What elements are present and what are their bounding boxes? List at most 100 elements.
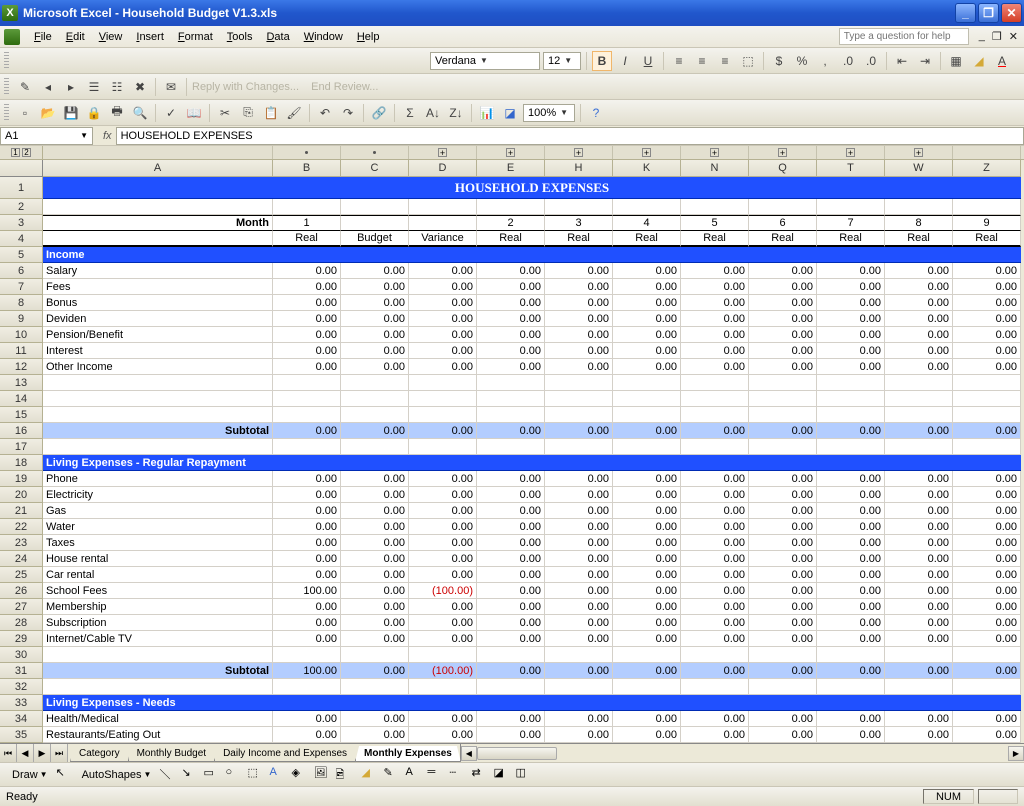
data-cell[interactable]: 0.00	[885, 727, 953, 743]
data-cell[interactable]: 0.00	[817, 583, 885, 599]
row-header-3[interactable]: 3	[0, 215, 43, 231]
currency-button[interactable]: $	[769, 51, 789, 71]
data-cell[interactable]: 0.00	[545, 487, 613, 503]
outline-expand-button[interactable]: +	[749, 146, 817, 159]
print-button[interactable]: 🖶	[107, 103, 127, 123]
data-cell[interactable]: 0.00	[273, 519, 341, 535]
subheader-cell[interactable]: Real	[749, 231, 817, 247]
data-cell[interactable]: 0.00	[885, 711, 953, 727]
data-cell[interactable]: 0.00	[681, 535, 749, 551]
data-cell[interactable]: 0.00	[817, 567, 885, 583]
cell[interactable]	[545, 439, 613, 455]
cell[interactable]	[477, 679, 545, 695]
data-cell[interactable]: 0.00	[341, 631, 409, 647]
close-button[interactable]: ✕	[1001, 3, 1022, 23]
data-cell[interactable]: 0.00	[613, 295, 681, 311]
chart-button[interactable]: 📊	[477, 103, 497, 123]
data-cell[interactable]: 0.00	[409, 551, 477, 567]
cell[interactable]	[953, 391, 1021, 407]
data-cell[interactable]: 0.00	[341, 343, 409, 359]
data-cell[interactable]: 0.00	[953, 263, 1021, 279]
data-cell[interactable]: 0.00	[341, 359, 409, 375]
cell[interactable]	[43, 407, 273, 423]
formula-input[interactable]: HOUSEHOLD EXPENSES	[116, 127, 1024, 145]
data-cell[interactable]: 0.00	[273, 503, 341, 519]
data-cell[interactable]: 0.00	[885, 535, 953, 551]
data-cell[interactable]: 0.00	[545, 423, 613, 439]
data-cell[interactable]: 0.00	[885, 359, 953, 375]
sheet-tab-monthly-budget[interactable]: Monthly Budget	[128, 746, 216, 762]
cell[interactable]	[545, 407, 613, 423]
shadow-button[interactable]: ◪	[493, 766, 511, 784]
toolbar-grip[interactable]	[4, 78, 9, 96]
borders-button[interactable]: ▦	[946, 51, 966, 71]
data-cell[interactable]: 0.00	[681, 279, 749, 295]
data-cell[interactable]: 0.00	[817, 615, 885, 631]
data-cell[interactable]: 0.00	[681, 343, 749, 359]
data-cell[interactable]: 0.00	[409, 311, 477, 327]
data-cell[interactable]: 0.00	[477, 311, 545, 327]
data-cell[interactable]: 0.00	[409, 343, 477, 359]
doc-minimize-button[interactable]: _	[977, 30, 987, 43]
drawing-button[interactable]: ◪	[500, 103, 520, 123]
data-cell[interactable]: 0.00	[953, 631, 1021, 647]
help-search-input[interactable]	[839, 28, 969, 45]
data-cell[interactable]: 100.00	[273, 583, 341, 599]
data-cell[interactable]: 0.00	[817, 327, 885, 343]
cell[interactable]	[885, 391, 953, 407]
data-cell[interactable]: 0.00	[477, 519, 545, 535]
cell[interactable]	[953, 375, 1021, 391]
data-cell[interactable]: 0.00	[885, 423, 953, 439]
row-header-11[interactable]: 11	[0, 343, 43, 359]
month-num[interactable]	[409, 215, 477, 231]
permission-button[interactable]: 🔒	[84, 103, 104, 123]
month-num[interactable]: 3	[545, 215, 613, 231]
data-label[interactable]: Membership	[43, 599, 273, 615]
data-cell[interactable]: 0.00	[273, 599, 341, 615]
subheader-cell[interactable]: Real	[545, 231, 613, 247]
data-cell[interactable]: 0.00	[341, 487, 409, 503]
paste-button[interactable]: 📋	[261, 103, 281, 123]
cell[interactable]	[43, 679, 273, 695]
data-cell[interactable]: 0.00	[477, 359, 545, 375]
next-comment-button[interactable]: ▸	[61, 77, 81, 97]
autosum-button[interactable]: Σ	[400, 103, 420, 123]
subheader-cell[interactable]: Real	[477, 231, 545, 247]
data-cell[interactable]: 0.00	[477, 567, 545, 583]
row-header-16[interactable]: 16	[0, 423, 43, 439]
data-cell[interactable]: 0.00	[273, 423, 341, 439]
data-cell[interactable]: 0.00	[749, 503, 817, 519]
show-all-button[interactable]: ☷	[107, 77, 127, 97]
month-num[interactable]: 8	[885, 215, 953, 231]
data-label[interactable]: Car rental	[43, 567, 273, 583]
data-cell[interactable]: 0.00	[817, 487, 885, 503]
data-cell[interactable]: 0.00	[817, 663, 885, 679]
row-header-1[interactable]: 1	[0, 177, 43, 199]
cell[interactable]	[273, 199, 341, 215]
data-cell[interactable]: 0.00	[545, 327, 613, 343]
cell[interactable]	[409, 679, 477, 695]
autoshapes-menu[interactable]: AutoShapes ▼	[78, 767, 156, 783]
cell[interactable]	[817, 375, 885, 391]
data-cell[interactable]: 0.00	[749, 295, 817, 311]
data-cell[interactable]: 0.00	[341, 503, 409, 519]
cell[interactable]	[817, 679, 885, 695]
data-cell[interactable]: 0.00	[409, 615, 477, 631]
data-cell[interactable]: 0.00	[477, 727, 545, 743]
data-cell[interactable]: 0.00	[341, 263, 409, 279]
data-cell[interactable]: 0.00	[749, 487, 817, 503]
cell[interactable]	[613, 679, 681, 695]
data-cell[interactable]: 0.00	[681, 423, 749, 439]
data-cell[interactable]: 0.00	[817, 599, 885, 615]
sheet-tab-monthly-expenses[interactable]: Monthly Expenses	[355, 746, 461, 762]
horizontal-scrollbar[interactable]: ◀ ▶	[460, 744, 1024, 762]
section-header[interactable]: Living Expenses - Needs	[43, 695, 273, 711]
data-cell[interactable]: 0.00	[273, 311, 341, 327]
data-cell[interactable]: 0.00	[681, 551, 749, 567]
cell[interactable]	[749, 375, 817, 391]
data-cell[interactable]: 0.00	[341, 727, 409, 743]
subheader-cell[interactable]: Real	[681, 231, 749, 247]
data-label[interactable]: Fees	[43, 279, 273, 295]
select-arrow-button[interactable]: ↖	[56, 766, 74, 784]
menu-view[interactable]: View	[92, 29, 130, 45]
